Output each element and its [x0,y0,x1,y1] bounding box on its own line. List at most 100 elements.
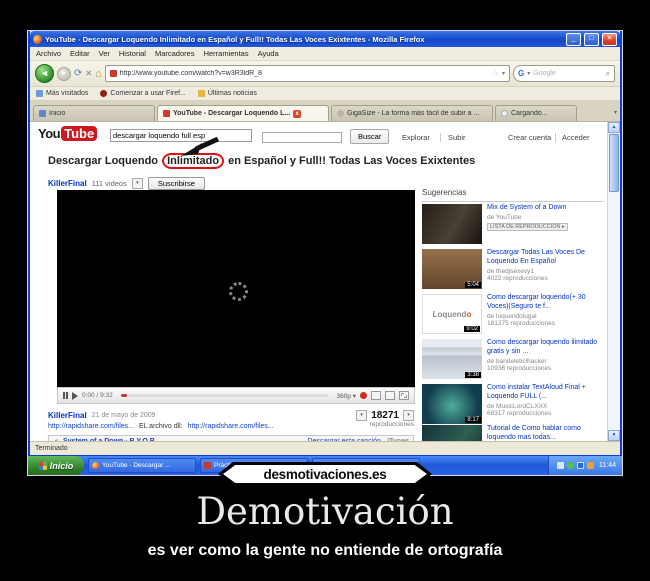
description-expand-icon[interactable]: ▾ [356,410,368,421]
suggestion-item[interactable]: Mix de System of a Down de YouTube LISTA… [422,204,608,244]
maximize-button[interactable]: □ [584,32,599,46]
menu-editar[interactable]: Editar [70,49,90,58]
suggestion-item[interactable]: 5:04 Descargar Todas Las Voces De Loquen… [422,249,608,289]
volume-icon[interactable] [72,391,78,400]
feed-icon [197,90,205,97]
suggestions-heading: Sugerencias [422,188,467,197]
record-dot-icon[interactable] [360,392,367,399]
bookmark-noticias[interactable]: Últimas noticias [197,90,257,97]
video-thumbnail[interactable]: 3:38 [422,339,482,379]
suggestion-item[interactable]: Loquendo 9:02 Como descargar loquendo(+ … [422,294,608,334]
acceder-link[interactable]: Acceder [562,133,590,142]
video-thumbnail[interactable] [422,204,482,244]
bookmark-mas-visitados[interactable]: Más visitados [36,90,88,97]
youtube-logo[interactable]: You Tube [38,126,98,141]
search-engine-box[interactable]: G ▾ Google ⌕ [513,65,615,82]
subscribe-button[interactable]: Suscribirse [147,177,205,190]
url-text[interactable]: http://www.youtube.com/watch?v=w3R3ldR_8 [120,70,489,77]
rapidshare-link[interactable]: http://rapidshare.com/files... [48,423,134,430]
getting-started-icon [100,90,108,97]
scrollbar-thumb[interactable] [609,134,619,192]
back-button[interactable]: ◄ [35,64,54,83]
scroll-up-icon[interactable]: ▲ [608,122,620,133]
firefox-icon [92,462,99,469]
stop-icon[interactable]: ✕ [85,69,92,78]
progress-bar[interactable] [120,394,329,397]
crear-cuenta-link[interactable]: Crear cuenta [508,133,551,142]
rapidshare-link[interactable]: http://rapidshare.com/files... [188,423,274,430]
menu-ayuda[interactable]: Ayuda [258,49,279,58]
itunes-label[interactable]: iTunes [387,438,409,441]
status-text: Terminado [35,445,68,452]
video-description: http://rapidshare.com/files... EL archiv… [48,423,274,430]
secondary-search-input[interactable] [262,132,342,143]
view-count-label: reproducciones [369,421,414,428]
menu-archivo[interactable]: Archivo [36,49,61,58]
taskbar-task-youtube[interactable]: YouTube - Descargar ... [88,458,196,473]
tab-list-dropdown-icon[interactable]: ▾ [614,109,617,116]
menu-herramientas[interactable]: Herramientas [204,49,249,58]
tray-icon[interactable] [577,462,584,469]
scroll-down-icon[interactable]: ▼ [608,430,620,441]
search-button[interactable]: Buscar [350,129,390,144]
player-controls: 0:00 / 9:32 360p ▾ [57,387,415,404]
video-player[interactable] [57,190,415,387]
page-scrollbar[interactable]: ▲ ▼ [607,122,620,441]
forward-button[interactable]: ► [57,66,71,81]
tab-inicio[interactable]: Inicio [33,105,155,121]
quality-selector[interactable]: 360p ▾ [336,392,356,400]
window-titlebar[interactable]: YouTube - Descargar Loquendo Inlimitado … [30,31,620,47]
tab-gigasize[interactable]: GigaSize - La forma más fácil de subir a… [331,105,493,121]
popout-button[interactable] [385,391,395,400]
download-song-link[interactable]: Descargar esta canción [307,438,381,441]
video-thumbnail[interactable]: 8:17 [422,384,482,424]
loading-spinner-icon [501,110,508,117]
video-thumbnail[interactable] [422,425,482,441]
subir-link[interactable]: Subir [448,133,466,142]
duration-badge: 9:02 [464,326,480,332]
reload-icon[interactable]: ⟳ [74,68,82,79]
video-thumbnail[interactable]: Loquendo 9:02 [422,294,482,334]
suggestion-item[interactable]: 8:17 Como instalar TextAloud Final + Loq… [422,384,608,424]
uploader-link[interactable]: KillerFinal [48,411,87,420]
fullscreen-button[interactable] [399,391,409,400]
url-dropdown-icon[interactable]: ▾ [502,70,505,77]
uploader-link[interactable]: KillerFinal [48,179,87,188]
home-icon[interactable]: ⌂ [95,68,102,80]
divider [440,133,441,142]
divider [422,201,604,202]
videos-dropdown-icon[interactable]: ▾ [131,178,143,189]
buffering-spinner-icon [229,281,248,301]
suggestion-item[interactable]: 3:38 Como descargar loquendo ilimitado g… [422,339,608,379]
theater-mode-button[interactable] [371,391,381,400]
pause-button[interactable] [63,392,68,399]
url-bar[interactable]: http://www.youtube.com/watch?v=w3R3ldR_8… [104,65,510,82]
tray-icon[interactable] [567,462,574,469]
engine-label[interactable]: Google [533,70,602,77]
close-button[interactable]: ✕ [602,32,617,46]
tray-icon[interactable] [587,462,594,469]
video-thumbnail[interactable]: 5:04 [422,249,482,289]
menu-marcadores[interactable]: Marcadores [155,49,195,58]
menu-historial[interactable]: Historial [119,49,146,58]
tab-cargando[interactable]: Cargando... [495,105,577,121]
folder-icon [36,90,43,97]
tab-close-icon[interactable]: x [293,109,302,118]
player-time: 0:00 / 9:32 [82,392,113,399]
tab-youtube[interactable]: YouTube - Descargar Loquendo L... x [157,105,329,121]
divider [555,133,556,142]
tray-icon[interactable] [557,462,564,469]
stats-expand-icon[interactable]: ▾ [403,410,414,421]
minimize-button[interactable]: _ [566,32,581,46]
engine-dropdown-icon[interactable]: ▾ [527,70,530,77]
menu-ver[interactable]: Ver [99,49,110,58]
explorar-link[interactable]: Explorar [402,133,430,142]
page-viewport: You Tube Buscar Explorar Subir Crear cue… [30,122,620,441]
song-link[interactable]: System of a Down - B.Y.O.B. [63,438,157,441]
video-byline: KillerFinal 111 videos ▾ Suscribirse [48,177,205,190]
start-button[interactable]: Inicio [28,456,84,475]
bookmark-star-icon[interactable]: ☆ [492,69,499,78]
magnifier-icon[interactable]: ⌕ [606,69,610,79]
suggestion-item[interactable]: Tutorial de Como hablar como loquendo ma… [422,425,608,441]
bookmark-comenzar[interactable]: Comenzar a usar Firef... [100,90,186,97]
